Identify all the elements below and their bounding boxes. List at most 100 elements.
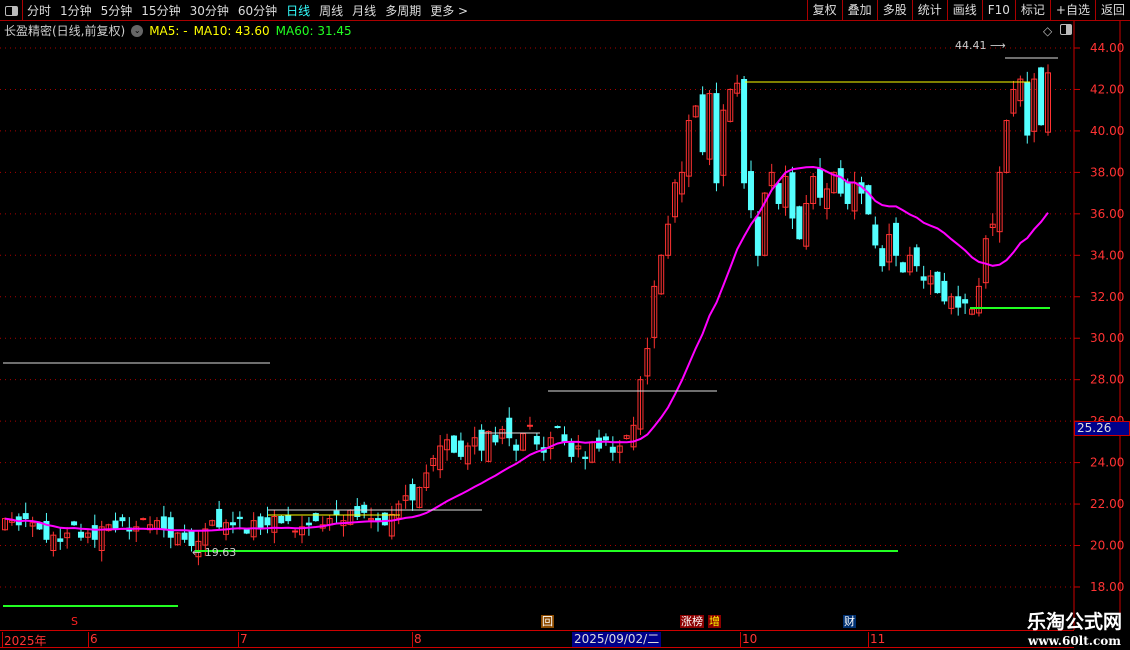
candle-down [747, 171, 754, 211]
event-marker[interactable]: 回 [541, 615, 554, 628]
candle-down [596, 437, 603, 449]
candle-down [409, 484, 416, 501]
date-label: 6 [88, 632, 98, 648]
tab-7[interactable]: 周线 [319, 2, 343, 19]
candle-down [913, 247, 920, 267]
candle-down [333, 510, 340, 515]
indicator-legend: 长盈精密(日线,前复权) ⌄ MA5: - MA10: 43.60 MA60: … [4, 22, 352, 39]
tab-2[interactable]: 5分钟 [101, 2, 133, 19]
candle-up [292, 530, 299, 533]
candle-down [305, 522, 312, 526]
candle-down [119, 517, 126, 522]
diamond-icon[interactable]: ◇ [1043, 24, 1052, 38]
event-marker[interactable]: 财 [843, 615, 856, 628]
watermark-url: www.60lt.com [1028, 634, 1121, 648]
axis-tick-label: 18.00 [1090, 580, 1124, 594]
watermark-name: 乐淘公式网 [1026, 611, 1122, 633]
candle-down [450, 435, 457, 453]
date-label: 7 [238, 632, 248, 648]
candlestick-chart[interactable]: 44.00 42.00 40.00 38.00 36.00 34.00 32.00 30.00… [0, 0, 1130, 650]
current-price-box: 25.26 [1074, 421, 1130, 436]
candle-up [140, 518, 147, 521]
candle-down [278, 515, 285, 524]
candle-down [754, 216, 761, 256]
ma60-value: MA60: 31.45 [275, 23, 352, 38]
axis-tick-label: 32.00 [1090, 290, 1124, 304]
candle-down [609, 446, 616, 453]
candle-down [879, 248, 886, 267]
candle-down [167, 517, 174, 538]
candle-down [188, 531, 195, 547]
tab-10[interactable]: 更多 > [430, 2, 468, 19]
candle-down [602, 436, 609, 441]
candle-down [872, 224, 879, 246]
candle-down [775, 183, 782, 204]
toolbar-button-7[interactable]: +自选 [1049, 0, 1095, 21]
toolbar-button-5[interactable]: F10 [981, 0, 1015, 21]
candle-down [713, 93, 720, 184]
candle-down [506, 417, 513, 439]
low-price-label: ← 19.63 [192, 546, 237, 559]
event-marker[interactable]: 增 [708, 615, 721, 628]
candle-down [22, 513, 29, 520]
candle-down [513, 444, 520, 451]
ma-line [4, 165, 1049, 532]
tab-5[interactable]: 60分钟 [238, 2, 277, 19]
candle-down [91, 525, 98, 540]
tab-1[interactable]: 1分钟 [60, 2, 92, 19]
candle-down [955, 296, 962, 308]
toolbar-button-1[interactable]: 叠加 [841, 0, 877, 21]
stock-title: 长盈精密(日线,前复权) [4, 24, 126, 38]
event-marker[interactable]: 涨榜 [680, 615, 704, 628]
toolbar-button-0[interactable]: 复权 [806, 0, 842, 21]
candle-down [457, 440, 464, 457]
candle-down [216, 508, 223, 528]
candle-down [71, 521, 78, 526]
candle-down [361, 504, 368, 513]
candle-down [1024, 82, 1031, 136]
panel-icon[interactable] [1060, 24, 1072, 35]
tab-6[interactable]: 日线 [286, 2, 310, 19]
panel-toggle-icon[interactable] [0, 0, 23, 21]
ma10-value: MA10: 43.60 [193, 23, 270, 38]
candle-down [1038, 67, 1045, 126]
candle-down [582, 456, 589, 459]
candle-down [77, 531, 84, 538]
toolbar-button-2[interactable]: 多股 [876, 0, 912, 21]
chevron-down-icon[interactable]: ⌄ [131, 24, 144, 37]
axis-tick-label: 42.00 [1090, 82, 1124, 96]
candle-down [741, 79, 748, 184]
date-label: 2025年 [2, 632, 47, 648]
axis-tick-label: 36.00 [1090, 207, 1124, 221]
high-price-label: 44.41 ⟶ [955, 39, 1006, 52]
axis-tick-label: 44.00 [1090, 41, 1124, 55]
candle-down [837, 168, 844, 194]
candle-down [181, 532, 188, 540]
toolbar-button-3[interactable]: 统计 [911, 0, 947, 21]
toolbar-button-8[interactable]: 返回 [1094, 0, 1130, 21]
candle-down [865, 185, 872, 215]
candle-down [934, 271, 941, 294]
axis-tick-label: 24.00 [1090, 456, 1124, 470]
period-toolbar: 分时 1分钟 5分钟 15分钟 30分钟 60分钟 日线 周线 月线 多周期 更多 > 复权 叠加 多股… [0, 0, 1130, 21]
selected-date: 2025/09/02/二 [572, 632, 662, 647]
candle-down [699, 94, 706, 153]
candle-down [264, 517, 271, 526]
date-label: 10 [740, 632, 758, 648]
date-label: 8 [412, 632, 422, 648]
candle-down [796, 206, 803, 240]
toolbar-button-6[interactable]: 标记 [1014, 0, 1050, 21]
tab-8[interactable]: 月线 [352, 2, 376, 19]
candle-down [257, 516, 264, 530]
candle-up [526, 424, 533, 427]
candle-down [817, 168, 824, 198]
toolbar-button-4[interactable]: 画线 [946, 0, 982, 21]
ma5-value: MA5: - [149, 23, 188, 38]
tab-3[interactable]: 15分钟 [141, 2, 180, 19]
candle-down [229, 522, 236, 526]
tab-9[interactable]: 多周期 [385, 2, 421, 19]
watermark-logo: 乐淘公式网 www.60lt.com [1027, 607, 1122, 648]
event-marker[interactable]: S [70, 615, 79, 628]
tab-4[interactable]: 30分钟 [190, 2, 229, 19]
tab-0[interactable]: 分时 [27, 2, 51, 19]
